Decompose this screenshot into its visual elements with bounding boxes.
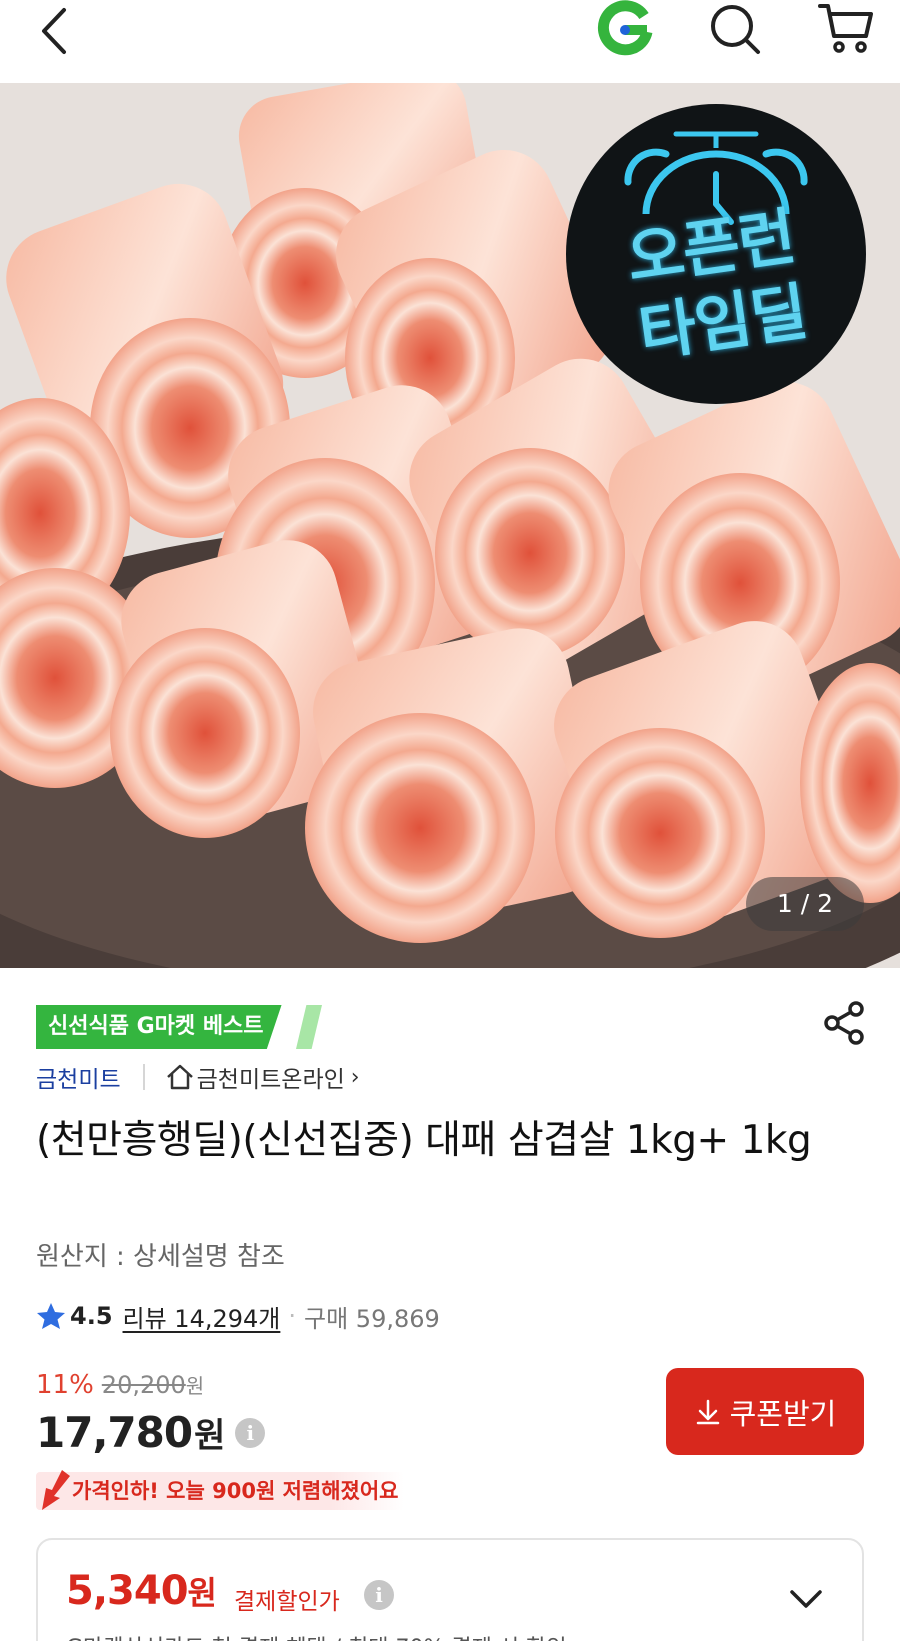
chevron-right-icon[interactable]: › — [351, 1065, 360, 1090]
origin-text: 원산지 : 상세설명 참조 — [36, 1242, 285, 1272]
image-page-counter: 1 / 2 — [746, 877, 864, 931]
search-icon[interactable] — [708, 2, 762, 56]
open-run-time-deal-badge: 오픈런 타임딜 — [566, 104, 866, 404]
purchase-count: 구매 59,869 — [304, 1304, 440, 1333]
share-icon[interactable] — [822, 1000, 866, 1046]
price-down-arrow-icon — [42, 1470, 70, 1510]
top-nav-bar — [0, 0, 900, 83]
payment-card-subtext: G마켓삼성카드 첫 결제 혜택 / 최대 70% 결제 시 할인 — [66, 1630, 567, 1641]
price-drop-text: 가격인하! 오늘 900원 저렴해졌어요 — [72, 1479, 399, 1503]
seller-name-link[interactable]: 금천미트 — [36, 1060, 121, 1094]
seller-row: 금천미트 금천미트온라인 › — [36, 1057, 360, 1097]
cart-icon[interactable] — [818, 0, 874, 56]
store-home-icon — [166, 1064, 193, 1090]
original-price: 20,200 — [101, 1371, 186, 1399]
payment-discount-price: 5,340원 — [66, 1568, 217, 1614]
rating-score: 4.5 — [70, 1302, 113, 1330]
review-count-link[interactable]: 리뷰 14,294개 — [123, 1299, 281, 1334]
get-coupon-button[interactable]: 쿠폰받기 — [666, 1368, 864, 1455]
separator-dot: · — [288, 1302, 297, 1330]
chevron-down-icon[interactable] — [786, 1582, 826, 1616]
coupon-button-label: 쿠폰받기 — [729, 1398, 837, 1431]
star-icon — [37, 1303, 65, 1329]
download-arrow-icon — [696, 1399, 719, 1424]
best-seller-tag: 신선식품 G마켓 베스트 — [36, 1005, 282, 1049]
gmarket-logo-icon[interactable] — [596, 0, 654, 58]
best-tag-decoration — [296, 1005, 322, 1049]
rating-row: 4.5 리뷰 14,294개 · 구매 59,869 — [36, 1296, 440, 1336]
product-image[interactable]: 오픈런 타임딜 1 / 2 — [0, 83, 900, 968]
original-price-unit: 원 — [185, 1374, 205, 1398]
price-row: 17,780 원 i — [36, 1408, 266, 1457]
sale-price-unit: 원 — [194, 1416, 226, 1456]
payment-discount-card[interactable]: 5,340원 결제할인가 i G마켓삼성카드 첫 결제 혜택 / 최대 70% … — [36, 1538, 864, 1641]
discount-row: 11% 20,200 원 — [36, 1370, 204, 1400]
price-info-icon[interactable]: i — [235, 1417, 266, 1448]
product-title: (천만흥행딜)(신선집중) 대패 삼겹살 1kg+ 1kg — [36, 1118, 812, 1163]
chevron-left-icon[interactable] — [36, 4, 76, 60]
payment-info-icon[interactable]: i — [364, 1580, 394, 1610]
sale-price: 17,780 — [36, 1408, 193, 1457]
discount-percent: 11% — [36, 1370, 94, 1400]
payment-discount-label: 결제할인가 — [234, 1589, 340, 1615]
divider — [142, 1064, 145, 1090]
store-name-link[interactable]: 금천미트온라인 — [197, 1060, 345, 1094]
